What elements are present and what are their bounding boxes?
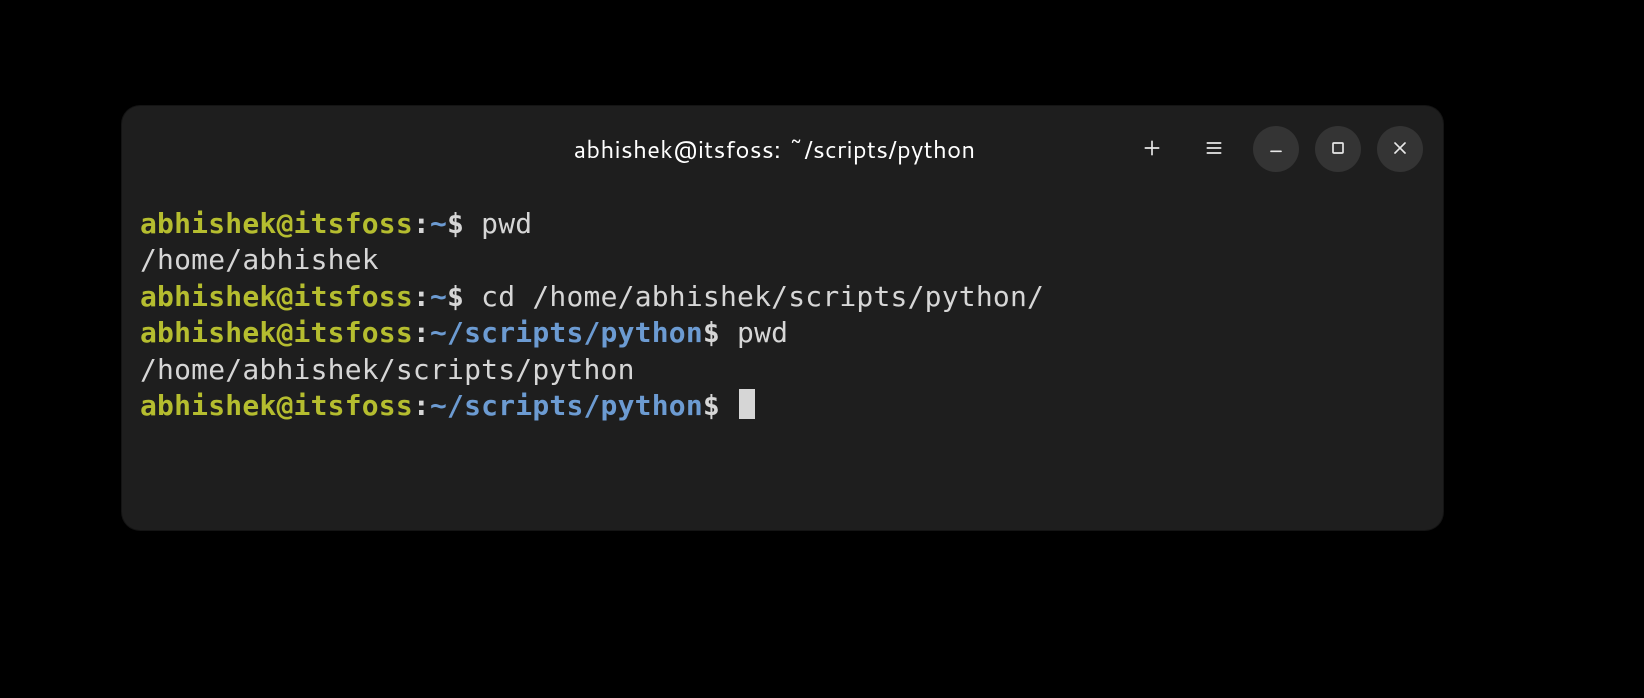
prompt-symbol: $ [703, 389, 737, 422]
prompt-path: ~ [430, 280, 447, 313]
prompt-separator: : [413, 207, 430, 240]
prompt-separator: : [413, 389, 430, 422]
prompt-path: ~/scripts/python [430, 389, 703, 422]
maximize-icon [1328, 132, 1348, 166]
prompt-symbol: $ [703, 316, 737, 349]
output-text: /home/abhishek/scripts/python [140, 353, 635, 386]
terminal-line: abhishek@itsfoss:~$ pwd [140, 206, 1425, 242]
titlebar: abhishek@itsfoss: ~/scripts/python [122, 106, 1443, 192]
command-text: pwd [481, 207, 532, 240]
prompt-separator: : [413, 316, 430, 349]
prompt-user-host: abhishek@itsfoss [140, 207, 413, 240]
minimize-icon [1266, 132, 1286, 166]
cursor [739, 389, 755, 419]
output-text: /home/abhishek [140, 243, 379, 276]
menu-button[interactable] [1191, 126, 1237, 172]
prompt-symbol: $ [447, 280, 481, 313]
terminal-window: abhishek@itsfoss: ~/scripts/python [122, 106, 1443, 530]
terminal-body[interactable]: abhishek@itsfoss:~$ pwd/home/abhishekabh… [122, 192, 1443, 530]
hamburger-icon [1204, 132, 1224, 166]
titlebar-controls [1129, 126, 1423, 172]
prompt-path: ~/scripts/python [430, 316, 703, 349]
terminal-line: abhishek@itsfoss:~/scripts/python$ [140, 388, 1425, 424]
close-icon [1390, 132, 1410, 166]
terminal-line: /home/abhishek [140, 242, 1425, 278]
terminal-line: abhishek@itsfoss:~/scripts/python$ pwd [140, 315, 1425, 351]
new-tab-button[interactable] [1129, 126, 1175, 172]
prompt-user-host: abhishek@itsfoss [140, 280, 413, 313]
terminal-line: /home/abhishek/scripts/python [140, 352, 1425, 388]
minimize-button[interactable] [1253, 126, 1299, 172]
prompt-symbol: $ [447, 207, 481, 240]
maximize-button[interactable] [1315, 126, 1361, 172]
command-text: cd /home/abhishek/scripts/python/ [481, 280, 1044, 313]
terminal-line: abhishek@itsfoss:~$ cd /home/abhishek/sc… [140, 279, 1425, 315]
prompt-separator: : [413, 280, 430, 313]
prompt-user-host: abhishek@itsfoss [140, 389, 413, 422]
prompt-path: ~ [430, 207, 447, 240]
command-text: pwd [737, 316, 788, 349]
prompt-user-host: abhishek@itsfoss [140, 316, 413, 349]
close-button[interactable] [1377, 126, 1423, 172]
plus-icon [1142, 132, 1162, 166]
